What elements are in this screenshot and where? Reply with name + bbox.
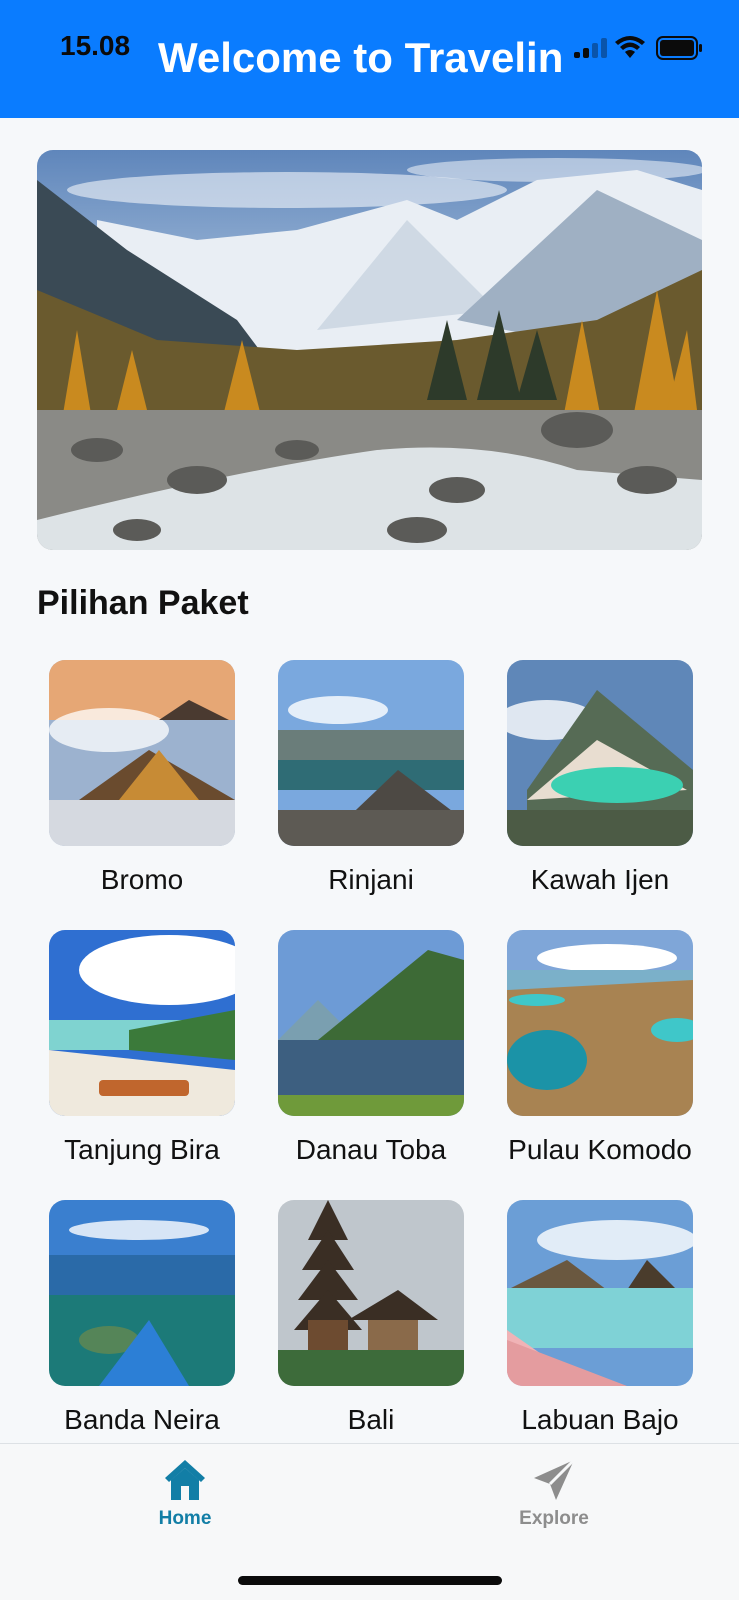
tab-explore-label: Explore [519, 1508, 589, 1529]
package-image [507, 930, 693, 1116]
package-card-bali[interactable]: Bali [244, 1200, 474, 1460]
package-card-tanjung-bira[interactable]: Tanjung Bira [15, 930, 245, 1190]
package-label: Rinjani [328, 864, 414, 895]
tab-explore[interactable]: Explore [474, 1456, 634, 1536]
app-header: 15.08 Welcome to Travelin [0, 0, 739, 118]
page-title: Welcome to Travelin [158, 34, 564, 81]
section-title: Pilihan Paket [37, 584, 249, 622]
package-card-rinjani[interactable]: Rinjani [244, 660, 474, 920]
package-card-danau-toba[interactable]: Danau Toba [244, 930, 474, 1190]
package-label: Pulau Komodo [508, 1134, 692, 1165]
package-label: Bali [347, 1404, 395, 1435]
home-icon [165, 1460, 205, 1500]
package-card-bromo[interactable]: Bromo [15, 660, 245, 920]
package-image [278, 660, 464, 846]
tab-home[interactable]: Home [105, 1456, 265, 1536]
battery-icon [656, 36, 702, 60]
paper-plane-icon [534, 1458, 576, 1500]
package-label: Banda Neira [64, 1404, 220, 1435]
package-image [49, 660, 235, 846]
package-image [49, 930, 235, 1116]
package-label: Tanjung Bira [64, 1134, 220, 1165]
package-image [507, 660, 693, 846]
package-label: Labuan Bajo [521, 1404, 679, 1435]
package-image [507, 1200, 693, 1386]
tab-home-label: Home [158, 1508, 212, 1529]
wifi-icon [615, 36, 645, 58]
package-card-labuan-bajo[interactable]: Labuan Bajo [473, 1200, 703, 1460]
package-card-pulau-komodo[interactable]: Pulau Komodo [473, 930, 703, 1190]
package-card-banda-neira[interactable]: Banda Neira [15, 1200, 245, 1460]
package-image [49, 1200, 235, 1386]
home-indicator [238, 1576, 502, 1585]
cellular-signal-icon [574, 36, 608, 58]
package-image [278, 1200, 464, 1386]
status-time: 15.08 [60, 30, 131, 61]
package-label: Bromo [100, 864, 184, 895]
package-image [278, 930, 464, 1116]
package-label: Kawah Ijen [530, 864, 670, 895]
hero-image[interactable] [37, 150, 702, 550]
package-label: Danau Toba [295, 1134, 447, 1165]
package-card-kawah-ijen[interactable]: Kawah Ijen [473, 660, 703, 920]
